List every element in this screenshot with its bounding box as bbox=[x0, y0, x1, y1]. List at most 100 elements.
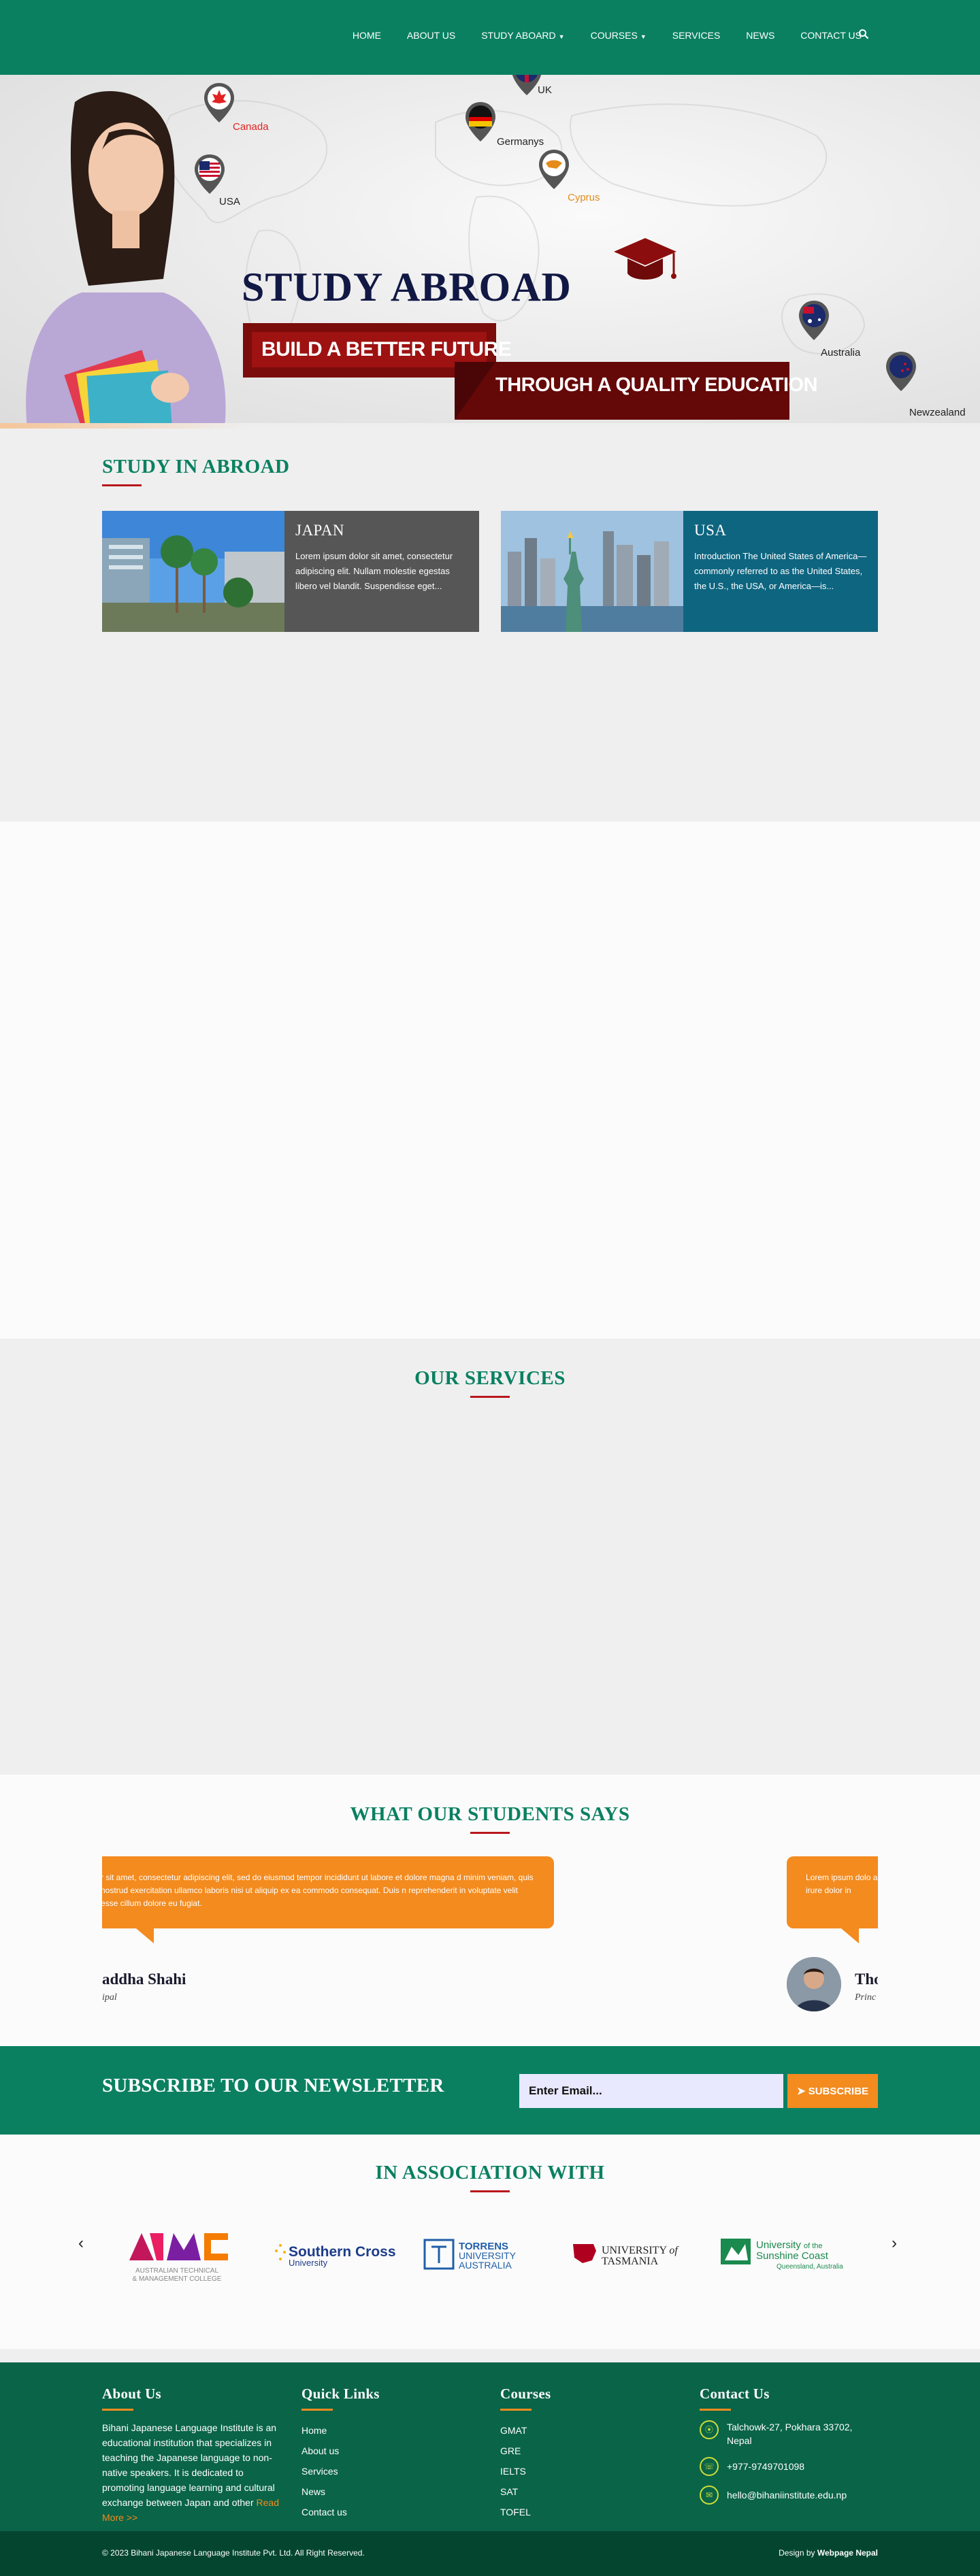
subscribe-button-label: SUBSCRIBE bbox=[808, 2086, 869, 2097]
section-title-study-abroad: STUDY IN ABROAD bbox=[102, 456, 290, 478]
footer-link-about-us[interactable]: About us bbox=[301, 2441, 458, 2461]
footer-link-services[interactable]: Services bbox=[301, 2461, 458, 2481]
contact-email-text: hello@bihaniinstitute.edu.np bbox=[727, 2490, 847, 2500]
footer-about: About Us Bihani Japanese Language Instit… bbox=[102, 2386, 286, 2525]
footer-quick-links: Quick Links Home About us Services News … bbox=[301, 2386, 458, 2522]
footer-bottom-bar: © 2023 Bihani Japanese Language Institut… bbox=[0, 2531, 980, 2576]
footer-course-sat[interactable]: SAT bbox=[500, 2481, 657, 2502]
usa-photo bbox=[501, 511, 683, 632]
designer-credit: Design by Webpage Nepal bbox=[779, 2548, 878, 2558]
newsletter-email-input[interactable] bbox=[519, 2074, 783, 2108]
chevron-right-icon[interactable]: › bbox=[892, 2234, 897, 2253]
footer-link-news[interactable]: News bbox=[301, 2481, 458, 2502]
contact-email[interactable]: ✉ hello@bihaniinstitute.edu.np bbox=[700, 2486, 878, 2505]
footer-about-body: Bihani Japanese Language Institute is an… bbox=[102, 2422, 277, 2508]
footer-link-home[interactable]: Home bbox=[301, 2420, 458, 2441]
footer-course-tofel[interactable]: TOFEL bbox=[500, 2502, 657, 2522]
testimonial-quote: r sit amet, consectetur adipiscing elit,… bbox=[102, 1856, 554, 1943]
footer-link-contact-us[interactable]: Contact us bbox=[301, 2502, 458, 2522]
testimonial-quote: Lorem ipsum dolo aliqua. Ut enim ac aute… bbox=[787, 1856, 878, 1943]
hero-banner-line-1-text: BUILD A BETTER FUTURE bbox=[252, 332, 512, 367]
nav-news[interactable]: NEWS bbox=[733, 30, 787, 41]
subscribe-button[interactable]: ➤ SUBSCRIBE bbox=[787, 2074, 878, 2108]
study-abroad-section: STUDY IN ABROAD JAPAN Lorem ipsum dolor … bbox=[0, 429, 980, 822]
designer-link[interactable]: Webpage Nepal bbox=[817, 2548, 878, 2558]
card-desc-usa: Introduction The United States of Americ… bbox=[694, 551, 867, 591]
hero-banner-line-2: THROUGH A QUALITY EDUCATION bbox=[455, 362, 818, 420]
quick-links-list: Home About us Services News Contact us bbox=[301, 2420, 458, 2522]
pin-label-cyprus: Cyprus bbox=[568, 192, 600, 203]
services-section: OUR SERVICES bbox=[0, 1339, 980, 1775]
footer-course-ielts[interactable]: IELTS bbox=[500, 2461, 657, 2481]
newsletter-title: SUBSCRIBE TO OUR NEWSLETTER bbox=[102, 2075, 444, 2096]
graduation-cap-icon bbox=[614, 238, 676, 280]
pin-label-uk: UK bbox=[538, 84, 552, 96]
pin-label-canada: Canada bbox=[233, 121, 269, 133]
partner-logo-sunshine-coast[interactable]: University of the Sunshine Coast Queenslan… bbox=[718, 2220, 861, 2288]
map-marker-icon: ⦿ bbox=[700, 2420, 719, 2439]
footer-courses: Courses GMAT GRE IELTS SAT TOFEL bbox=[500, 2386, 657, 2522]
phone-icon: ☏ bbox=[700, 2457, 719, 2476]
svg-text:AUSTRALIA: AUSTRALIA bbox=[459, 2260, 512, 2271]
footer-title-underline bbox=[700, 2409, 731, 2411]
hero-banner-line-2-text: THROUGH A QUALITY EDUCATION bbox=[495, 374, 818, 396]
testimonial-carousel[interactable]: r sit amet, consectetur adipiscing elit,… bbox=[102, 1856, 878, 2033]
section-title-testimonials: WHAT OUR STUDENTS SAYS bbox=[350, 1803, 630, 1825]
section-title-association: IN ASSOCIATION WITH bbox=[375, 2162, 605, 2184]
pin-label-germany: Germanys bbox=[497, 136, 544, 148]
contact-list: ⦿ Talchowk-27, Pokhara 33702, Nepal ☏ +977… bbox=[700, 2420, 878, 2505]
footer-title-underline bbox=[102, 2409, 133, 2411]
country-card-usa[interactable]: USA Introduction The United States of Am… bbox=[501, 511, 878, 632]
testimonial-author-name: Tho bbox=[855, 1971, 878, 1988]
testimonial-author-role: ipal bbox=[102, 1992, 117, 2003]
card-desc-japan: Lorem ipsum dolor sit amet, consectetur … bbox=[295, 551, 453, 591]
testimonial-quote-text: r sit amet, consectetur adipiscing elit,… bbox=[102, 1873, 534, 1908]
nav-home[interactable]: HOME bbox=[340, 30, 394, 41]
designer-credit-prefix: Design by bbox=[779, 2548, 815, 2558]
association-section: IN ASSOCIATION WITH ‹ › AUSTRALIAN TECHN… bbox=[0, 2135, 980, 2349]
nav-services[interactable]: SERVICES bbox=[659, 30, 734, 41]
card-title-usa: USA bbox=[694, 522, 727, 539]
svg-text:& MANAGEMENT COLLEGE: & MANAGEMENT COLLEGE bbox=[133, 2275, 222, 2283]
pin-label-usa: USA bbox=[219, 196, 240, 207]
pin-label-newzealand: Newzealand bbox=[909, 407, 966, 418]
footer-title-underline bbox=[500, 2409, 532, 2411]
footer-title-underline bbox=[301, 2409, 333, 2411]
search-icon[interactable] bbox=[858, 29, 869, 39]
svg-text:AUSTRALIAN TECHNICAL: AUSTRALIAN TECHNICAL bbox=[135, 2267, 219, 2275]
caret-down-icon: ▼ bbox=[558, 33, 565, 40]
hero-bottom-accent bbox=[0, 423, 980, 429]
copyright-text: © 2023 Bihani Japanese Language Institut… bbox=[102, 2548, 365, 2558]
nav-study-aboard[interactable]: STUDY ABOARD ▼ bbox=[468, 30, 577, 41]
nav-about-us[interactable]: ABOUT US bbox=[394, 30, 468, 41]
contact-phone[interactable]: ☏ +977-9749701098 bbox=[700, 2457, 878, 2476]
map-pin-australia bbox=[799, 301, 829, 340]
chevron-left-icon[interactable]: ‹ bbox=[78, 2234, 84, 2253]
partner-logo-southern-cross[interactable]: Southern Cross University bbox=[264, 2220, 400, 2288]
courses-list: GMAT GRE IELTS SAT TOFEL bbox=[500, 2420, 657, 2522]
country-card-japan[interactable]: JAPAN Lorem ipsum dolor sit amet, consec… bbox=[102, 511, 479, 632]
svg-text:TASMANIA: TASMANIA bbox=[602, 2256, 659, 2267]
map-pin-newzealand bbox=[886, 352, 916, 391]
title-underline bbox=[470, 1832, 510, 1834]
student-photo bbox=[26, 91, 226, 429]
footer-contact-title: Contact Us bbox=[700, 2386, 770, 2402]
testimonial-author-role: Princ bbox=[855, 1992, 877, 2003]
section-spacer bbox=[0, 2349, 980, 2362]
testimonial-quote-text: Lorem ipsum dolo aliqua. Ut enim ac aute… bbox=[806, 1873, 878, 1895]
footer-course-gmat[interactable]: GMAT bbox=[500, 2420, 657, 2441]
empty-content-section bbox=[0, 822, 980, 1339]
map-pin-germany bbox=[466, 102, 495, 141]
map-pin-usa bbox=[195, 154, 225, 194]
partner-logos: AUSTRALIAN TECHNICAL & MANAGEMENT COLLEGE… bbox=[109, 2220, 871, 2288]
partner-logo-tasmania[interactable]: UNIVERSITY of TASMANIA bbox=[566, 2220, 702, 2288]
svg-text:Queensland, Australia: Queensland, Australia bbox=[777, 2263, 843, 2271]
footer-course-gre[interactable]: GRE bbox=[500, 2441, 657, 2461]
nav-courses[interactable]: COURSES ▼ bbox=[578, 30, 659, 41]
section-title-services: OUR SERVICES bbox=[414, 1367, 566, 1389]
card-title-japan: JAPAN bbox=[295, 522, 344, 539]
contact-phone-text: +977-9749701098 bbox=[727, 2461, 805, 2472]
partner-logo-atmc[interactable]: AUSTRALIAN TECHNICAL & MANAGEMENT COLLEGE bbox=[109, 2220, 245, 2288]
partner-logo-torrens[interactable]: TORRENS UNIVERSITY AUSTRALIA bbox=[419, 2220, 549, 2288]
nav-study-aboard-label: STUDY ABOARD bbox=[481, 30, 556, 41]
